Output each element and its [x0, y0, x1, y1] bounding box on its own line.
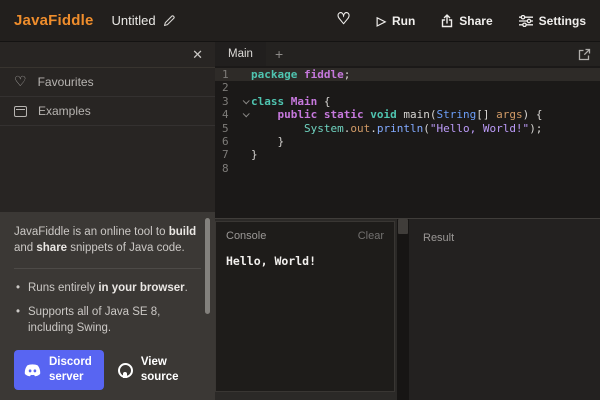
open-external-button[interactable]	[578, 48, 591, 61]
discord-server-button[interactable]: Discord server	[14, 350, 104, 390]
play-icon: ▷	[377, 14, 386, 28]
sidebar-item-favourites[interactable]: ♡ Favourites	[0, 68, 215, 97]
code-line: 1 package fiddle;	[215, 68, 600, 81]
plus-icon: +	[275, 46, 283, 62]
info-divider	[14, 268, 201, 269]
panel-resizer[interactable]	[397, 219, 409, 400]
result-title: Result	[423, 232, 454, 244]
code-line: 4 public static void main(String[] args)…	[215, 108, 600, 121]
topbar: JavaFiddle Untitled ♡ ▷ Run Share	[0, 0, 600, 42]
document-title: Untitled	[112, 13, 176, 28]
view-source-button[interactable]: View source	[118, 350, 179, 390]
resizer-grip[interactable]	[398, 219, 408, 234]
code-line: 5 System.out.println("Hello, World!");	[215, 122, 600, 135]
view-source-line2: source	[141, 370, 179, 385]
view-source-line1: View	[141, 355, 179, 370]
settings-label: Settings	[539, 14, 586, 28]
heart-icon: ♡	[336, 12, 350, 28]
sidebar-spacer	[0, 126, 215, 212]
document-title-text: Untitled	[112, 13, 156, 28]
console-box: Console Clear Hello, World!	[215, 221, 395, 392]
sidebar-item-examples[interactable]: Examples	[0, 97, 215, 126]
close-icon: ✕	[192, 47, 203, 62]
app-description: JavaFiddle is an online tool to build an…	[14, 224, 201, 257]
heart-icon: ♡	[14, 74, 27, 88]
share-label: Share	[459, 14, 492, 28]
code-editor[interactable]: 1package fiddle;23class Main {4 public s…	[215, 66, 600, 219]
edit-title-button[interactable]	[163, 14, 176, 27]
window-icon	[14, 106, 27, 117]
github-icon	[118, 363, 133, 378]
discord-button-line2: server	[49, 370, 92, 385]
line-number: 6	[215, 135, 239, 148]
app-logo: JavaFiddle	[14, 12, 94, 29]
line-number: 8	[215, 162, 239, 175]
discord-button-line1: Discord	[49, 355, 92, 370]
topbar-actions: ♡ ▷ Run Share Settings	[336, 13, 586, 29]
add-tab-button[interactable]: +	[266, 46, 292, 62]
code-text: }	[251, 135, 284, 148]
code-line: 7}	[215, 148, 600, 161]
sidebar-item-label: Favourites	[38, 75, 94, 89]
sidebar-item-label: Examples	[38, 104, 91, 118]
line-number: 1	[215, 68, 239, 81]
sliders-icon	[519, 15, 533, 27]
fold-chevron-icon[interactable]	[242, 97, 249, 104]
favourite-button[interactable]: ♡	[336, 13, 350, 29]
share-icon	[441, 14, 453, 28]
share-button[interactable]: Share	[441, 14, 492, 28]
clear-console-button[interactable]: Clear	[358, 230, 384, 242]
code-text: System.out.println("Hello, World!");	[251, 122, 542, 135]
external-link-icon	[578, 48, 591, 61]
close-sidebar-button[interactable]: ✕	[192, 48, 203, 61]
code-text: package fiddle;	[251, 68, 350, 81]
result-panel: Result	[409, 219, 600, 400]
code-text: }	[251, 148, 258, 161]
editor-pane: Main + 1package fiddle;23class Main {4 p…	[215, 42, 600, 400]
feature-list-item: Supports all of Java SE 8, including Swi…	[14, 304, 201, 337]
feature-list-item: Runs entirely in your browser.	[14, 280, 201, 297]
editor-tabbar: Main +	[215, 42, 600, 66]
code-line: 3 class Main {	[215, 95, 600, 108]
console-title: Console	[226, 230, 266, 242]
output-panels: Console Clear Hello, World! Result	[215, 219, 600, 400]
settings-button[interactable]: Settings	[519, 14, 586, 28]
run-button[interactable]: ▷ Run	[377, 14, 416, 28]
sidebar-scrollbar-thumb[interactable]	[205, 218, 210, 314]
console-panel: Console Clear Hello, World!	[215, 219, 397, 400]
code-text: public static void main(String[] args) {	[251, 108, 543, 121]
run-label: Run	[392, 14, 415, 28]
line-number: 7	[215, 148, 239, 161]
discord-icon	[24, 364, 41, 377]
sidebar: ✕ ♡ Favourites Examples JavaFiddle is an o…	[0, 42, 215, 400]
code-line: 2	[215, 81, 600, 94]
code-text: class Main {	[251, 95, 331, 108]
code-line: 6 }	[215, 135, 600, 148]
line-number: 5	[215, 122, 239, 135]
console-output: Hello, World!	[216, 246, 394, 276]
line-number: 3	[215, 95, 239, 108]
fold-chevron-icon[interactable]	[242, 111, 249, 118]
line-number: 2	[215, 81, 239, 94]
pencil-icon	[163, 14, 176, 27]
code-line: 8	[215, 162, 600, 175]
tab-main[interactable]: Main	[215, 42, 266, 66]
info-buttons: Discord server View source	[14, 350, 201, 390]
line-number: 4	[215, 108, 239, 121]
sidebar-header: ✕	[0, 42, 215, 68]
sidebar-info-panel: JavaFiddle is an online tool to build an…	[0, 212, 215, 400]
feature-list: Runs entirely in your browser. Supports a…	[14, 280, 201, 337]
sidebar-items: ♡ Favourites Examples	[0, 68, 215, 126]
